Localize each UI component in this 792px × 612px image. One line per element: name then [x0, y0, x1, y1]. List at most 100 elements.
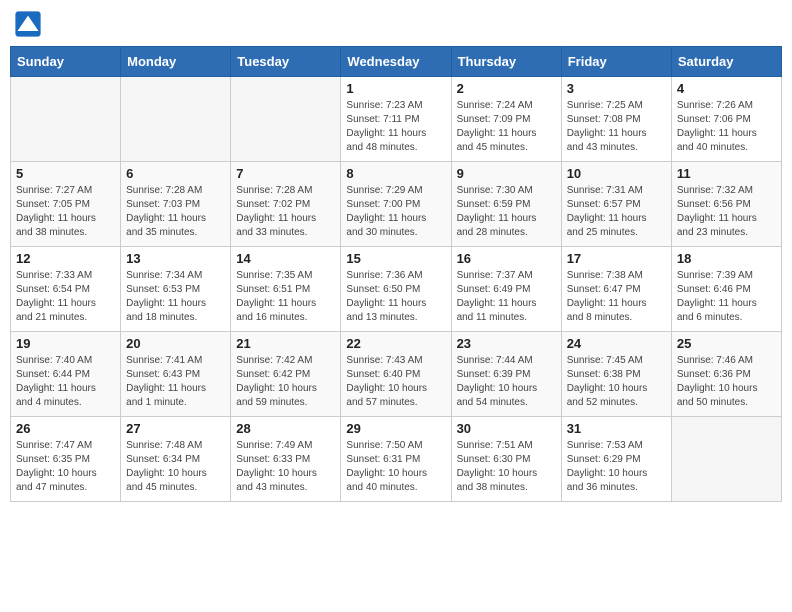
calendar-cell: 18 Sunrise: 7:39 AMSunset: 6:46 PMDayligh… [671, 247, 781, 332]
day-number: 12 [16, 251, 115, 266]
day-number: 25 [677, 336, 776, 351]
calendar-cell: 7 Sunrise: 7:28 AMSunset: 7:02 PMDaylight… [231, 162, 341, 247]
day-info: Sunrise: 7:31 AMSunset: 6:57 PMDaylight:… [567, 184, 666, 240]
day-info: Sunrise: 7:34 AMSunset: 6:53 PMDaylight:… [126, 269, 225, 325]
calendar-cell: 5 Sunrise: 7:27 AMSunset: 7:05 PMDaylight… [11, 162, 121, 247]
day-number: 7 [236, 166, 335, 181]
calendar-cell: 16 Sunrise: 7:37 AMSunset: 6:49 PMDayligh… [451, 247, 561, 332]
day-info: Sunrise: 7:49 AMSunset: 6:33 PMDaylight:… [236, 439, 335, 495]
day-info: Sunrise: 7:38 AMSunset: 6:47 PMDaylight:… [567, 269, 666, 325]
day-number: 9 [457, 166, 556, 181]
day-number: 2 [457, 81, 556, 96]
day-info: Sunrise: 7:45 AMSunset: 6:38 PMDaylight:… [567, 354, 666, 410]
day-info: Sunrise: 7:53 AMSunset: 6:29 PMDaylight:… [567, 439, 666, 495]
calendar-cell: 2 Sunrise: 7:24 AMSunset: 7:09 PMDaylight… [451, 77, 561, 162]
day-info: Sunrise: 7:29 AMSunset: 7:00 PMDaylight:… [346, 184, 445, 240]
day-number: 20 [126, 336, 225, 351]
calendar-cell: 30Sunrise: 7:51 AMSunset: 6:30 PMDayligh… [451, 417, 561, 502]
day-info: Sunrise: 7:33 AMSunset: 6:54 PMDaylight:… [16, 269, 115, 325]
calendar-cell: 28 Sunrise: 7:49 AMSunset: 6:33 PMDayligh… [231, 417, 341, 502]
day-number: 22 [346, 336, 445, 351]
day-number: 4 [677, 81, 776, 96]
day-number: 28 [236, 421, 335, 436]
day-number: 29 [346, 421, 445, 436]
day-info: Sunrise: 7:46 AMSunset: 6:36 PMDaylight:… [677, 354, 776, 410]
weekday-header-wednesday: Wednesday [341, 47, 451, 77]
day-number: 31 [567, 421, 666, 436]
calendar-cell: 24Sunrise: 7:45 AMSunset: 6:38 PMDayligh… [561, 332, 671, 417]
day-info: Sunrise: 7:48 AMSunset: 6:34 PMDaylight:… [126, 439, 225, 495]
day-info: Sunrise: 7:36 AMSunset: 6:50 PMDaylight:… [346, 269, 445, 325]
day-info: Sunrise: 7:40 AMSunset: 6:44 PMDaylight:… [16, 354, 115, 410]
calendar-cell: 12 Sunrise: 7:33 AMSunset: 6:54 PMDayligh… [11, 247, 121, 332]
day-number: 16 [457, 251, 556, 266]
day-number: 13 [126, 251, 225, 266]
day-number: 5 [16, 166, 115, 181]
day-number: 17 [567, 251, 666, 266]
page-header [10, 10, 782, 38]
weekday-header-sunday: Sunday [11, 47, 121, 77]
calendar-cell: 26 Sunrise: 7:47 AMSunset: 6:35 PMDayligh… [11, 417, 121, 502]
calendar-cell: 29Sunrise: 7:50 AMSunset: 6:31 PMDayligh… [341, 417, 451, 502]
weekday-header-saturday: Saturday [671, 47, 781, 77]
day-info: Sunrise: 7:39 AMSunset: 6:46 PMDaylight:… [677, 269, 776, 325]
weekday-header-friday: Friday [561, 47, 671, 77]
calendar-cell: 20 Sunrise: 7:41 AMSunset: 6:43 PMDayligh… [121, 332, 231, 417]
day-number: 19 [16, 336, 115, 351]
calendar-cell: 23 Sunrise: 7:44 AMSunset: 6:39 PMDayligh… [451, 332, 561, 417]
day-number: 23 [457, 336, 556, 351]
day-info: Sunrise: 7:28 AMSunset: 7:03 PMDaylight:… [126, 184, 225, 240]
calendar-cell: 13 Sunrise: 7:34 AMSunset: 6:53 PMDayligh… [121, 247, 231, 332]
day-info: Sunrise: 7:27 AMSunset: 7:05 PMDaylight:… [16, 184, 115, 240]
calendar-cell: 10 Sunrise: 7:31 AMSunset: 6:57 PMDayligh… [561, 162, 671, 247]
logo [14, 10, 46, 38]
day-info: Sunrise: 7:35 AMSunset: 6:51 PMDaylight:… [236, 269, 335, 325]
day-number: 18 [677, 251, 776, 266]
day-info: Sunrise: 7:44 AMSunset: 6:39 PMDaylight:… [457, 354, 556, 410]
calendar-cell: 19 Sunrise: 7:40 AMSunset: 6:44 PMDayligh… [11, 332, 121, 417]
day-info: Sunrise: 7:28 AMSunset: 7:02 PMDaylight:… [236, 184, 335, 240]
day-info: Sunrise: 7:24 AMSunset: 7:09 PMDaylight:… [457, 99, 556, 155]
day-info: Sunrise: 7:37 AMSunset: 6:49 PMDaylight:… [457, 269, 556, 325]
day-number: 3 [567, 81, 666, 96]
weekday-header-monday: Monday [121, 47, 231, 77]
calendar-cell: 21 Sunrise: 7:42 AMSunset: 6:42 PMDayligh… [231, 332, 341, 417]
day-info: Sunrise: 7:47 AMSunset: 6:35 PMDaylight:… [16, 439, 115, 495]
day-number: 21 [236, 336, 335, 351]
calendar-cell [231, 77, 341, 162]
day-number: 8 [346, 166, 445, 181]
day-number: 27 [126, 421, 225, 436]
day-number: 15 [346, 251, 445, 266]
calendar-cell: 9 Sunrise: 7:30 AMSunset: 6:59 PMDaylight… [451, 162, 561, 247]
day-info: Sunrise: 7:23 AMSunset: 7:11 PMDaylight:… [346, 99, 445, 155]
day-info: Sunrise: 7:32 AMSunset: 6:56 PMDaylight:… [677, 184, 776, 240]
day-number: 1 [346, 81, 445, 96]
day-info: Sunrise: 7:42 AMSunset: 6:42 PMDaylight:… [236, 354, 335, 410]
day-number: 14 [236, 251, 335, 266]
calendar-cell [121, 77, 231, 162]
calendar: SundayMondayTuesdayWednesdayThursdayFrid… [10, 46, 782, 502]
day-number: 11 [677, 166, 776, 181]
calendar-cell: 11 Sunrise: 7:32 AMSunset: 6:56 PMDayligh… [671, 162, 781, 247]
calendar-cell: 6 Sunrise: 7:28 AMSunset: 7:03 PMDaylight… [121, 162, 231, 247]
calendar-cell [671, 417, 781, 502]
calendar-cell: 14 Sunrise: 7:35 AMSunset: 6:51 PMDayligh… [231, 247, 341, 332]
day-info: Sunrise: 7:41 AMSunset: 6:43 PMDaylight:… [126, 354, 225, 410]
calendar-cell: 31 Sunrise: 7:53 AMSunset: 6:29 PMDayligh… [561, 417, 671, 502]
calendar-cell: 25 Sunrise: 7:46 AMSunset: 6:36 PMDayligh… [671, 332, 781, 417]
day-number: 6 [126, 166, 225, 181]
day-number: 10 [567, 166, 666, 181]
calendar-cell: 27 Sunrise: 7:48 AMSunset: 6:34 PMDayligh… [121, 417, 231, 502]
calendar-cell [11, 77, 121, 162]
day-number: 26 [16, 421, 115, 436]
calendar-cell: 8 Sunrise: 7:29 AMSunset: 7:00 PMDaylight… [341, 162, 451, 247]
logo-icon [14, 10, 42, 38]
calendar-cell: 4 Sunrise: 7:26 AMSunset: 7:06 PMDaylight… [671, 77, 781, 162]
day-info: Sunrise: 7:26 AMSunset: 7:06 PMDaylight:… [677, 99, 776, 155]
weekday-header-thursday: Thursday [451, 47, 561, 77]
day-info: Sunrise: 7:30 AMSunset: 6:59 PMDaylight:… [457, 184, 556, 240]
calendar-cell: 22Sunrise: 7:43 AMSunset: 6:40 PMDayligh… [341, 332, 451, 417]
calendar-cell: 15 Sunrise: 7:36 AMSunset: 6:50 PMDayligh… [341, 247, 451, 332]
day-info: Sunrise: 7:25 AMSunset: 7:08 PMDaylight:… [567, 99, 666, 155]
day-info: Sunrise: 7:51 AMSunset: 6:30 PMDaylight:… [457, 439, 556, 495]
